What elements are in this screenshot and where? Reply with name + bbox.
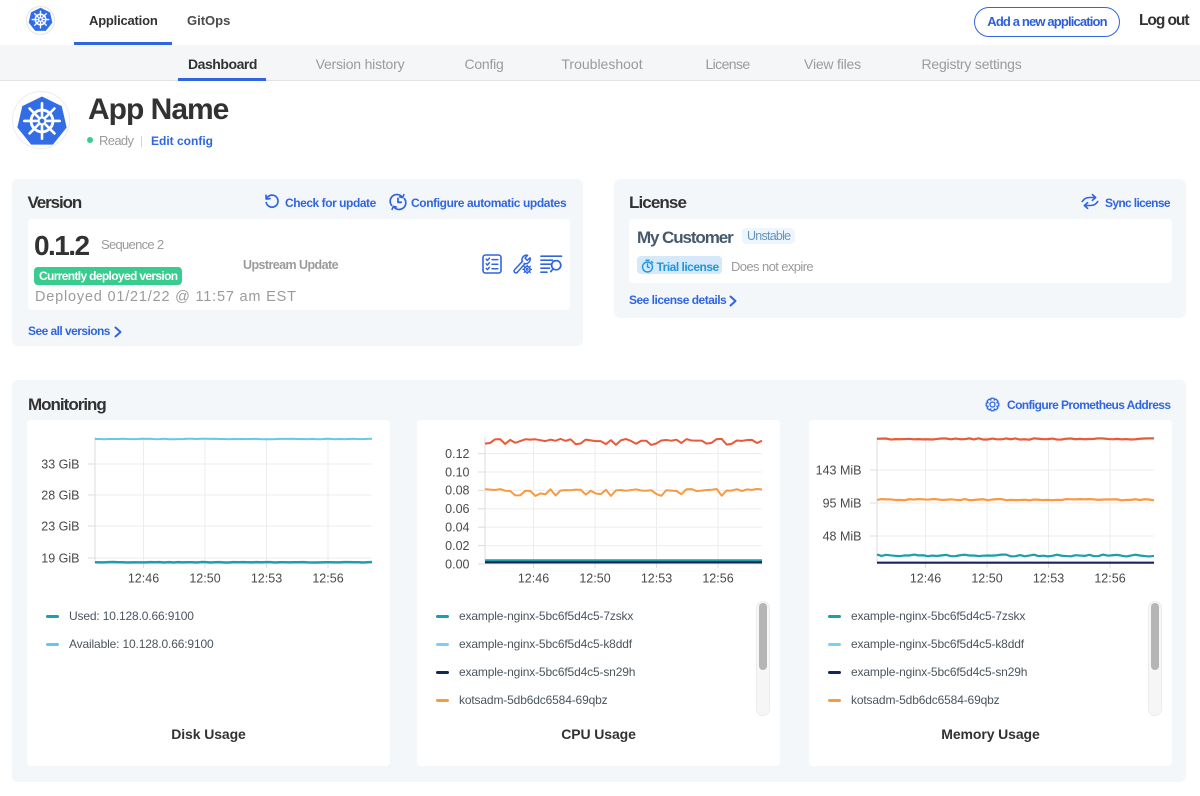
svg-text:0.06: 0.06 — [445, 502, 469, 516]
svg-text:0.12: 0.12 — [445, 447, 469, 461]
svg-text:12:50: 12:50 — [579, 572, 610, 586]
svg-text:12:53: 12:53 — [641, 572, 672, 586]
svg-text:12:53: 12:53 — [1033, 572, 1064, 586]
svg-text:28 GiB: 28 GiB — [41, 488, 79, 502]
svg-text:12:56: 12:56 — [1094, 572, 1125, 586]
svg-text:143 MiB: 143 MiB — [816, 463, 862, 477]
svg-text:12:50: 12:50 — [189, 572, 220, 586]
svg-text:12:53: 12:53 — [251, 572, 282, 586]
svg-text:0.04: 0.04 — [445, 521, 469, 535]
svg-text:12:56: 12:56 — [702, 572, 733, 586]
svg-text:12:56: 12:56 — [312, 572, 343, 586]
svg-text:12:46: 12:46 — [128, 572, 159, 586]
svg-text:0.10: 0.10 — [445, 465, 469, 479]
svg-text:23 GiB: 23 GiB — [41, 519, 79, 533]
svg-text:12:46: 12:46 — [910, 572, 941, 586]
svg-text:0.02: 0.02 — [445, 539, 469, 553]
svg-text:33 GiB: 33 GiB — [41, 457, 79, 471]
svg-text:0.08: 0.08 — [445, 484, 469, 498]
svg-text:19 GiB: 19 GiB — [41, 551, 79, 565]
svg-text:95 MiB: 95 MiB — [823, 496, 862, 510]
svg-text:0.00: 0.00 — [445, 557, 469, 571]
svg-text:48 MiB: 48 MiB — [823, 529, 862, 543]
svg-text:12:46: 12:46 — [518, 572, 549, 586]
svg-text:12:50: 12:50 — [971, 572, 1002, 586]
